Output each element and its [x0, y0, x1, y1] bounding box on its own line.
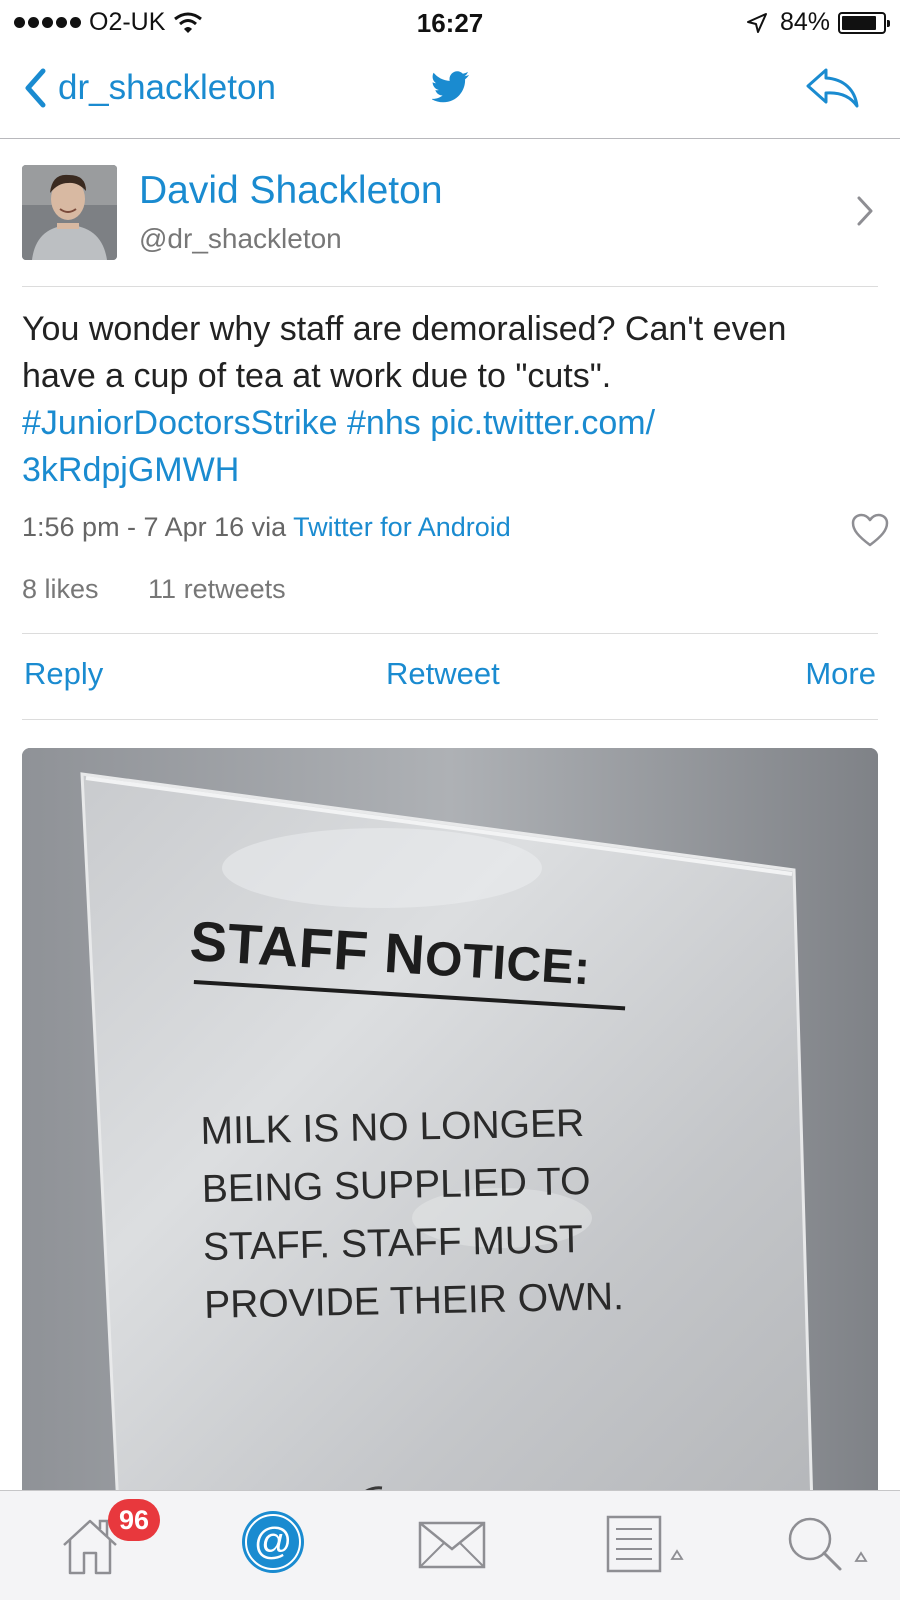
back-label: dr_shackleton — [58, 68, 276, 107]
lists-icon — [606, 1515, 684, 1573]
status-bar: O2-UK 16:27 84% — [0, 0, 900, 42]
retweet-button[interactable]: Retweet — [386, 656, 500, 692]
chevron-left-icon — [25, 68, 46, 108]
messages-icon — [418, 1521, 486, 1569]
tab-bar: 96 @ — [0, 1490, 900, 1600]
notice-title-part: STAFF N — [188, 908, 428, 987]
author-row[interactable]: David Shackleton @dr_shackleton — [22, 165, 878, 287]
notification-badge: 96 — [108, 1499, 160, 1541]
mentions-icon: @ — [242, 1511, 304, 1573]
hashtag-link[interactable]: #nhs — [347, 404, 421, 442]
notice-line: MILK IS NO LONGER — [200, 1101, 585, 1153]
twitter-bird-icon — [432, 71, 469, 103]
timestamp: 1:56 pm - 7 Apr 16 via — [22, 512, 287, 542]
pic-link-part: pic.twitter.com/ — [430, 404, 656, 442]
reply-button[interactable]: Reply — [24, 656, 103, 692]
heart-icon[interactable] — [850, 512, 890, 548]
battery-fill — [842, 15, 876, 30]
notice-title-part: OTICE: — [423, 932, 593, 996]
battery-icon — [838, 11, 890, 34]
hashtag-link[interactable]: #JuniorDoctorsStrike — [22, 404, 338, 442]
author-name[interactable]: David Shackleton — [139, 169, 443, 213]
tweet-text: You wonder why staff are demoralised? Ca… — [22, 306, 862, 494]
tab-lists[interactable] — [606, 1515, 686, 1578]
tab-messages[interactable] — [418, 1521, 486, 1574]
tweet-stats: 8 likes 11 retweets — [22, 574, 878, 634]
author-handle: @dr_shackleton — [139, 223, 342, 254]
avatar[interactable] — [22, 165, 117, 260]
notice-line: STAFF. STAFF MUST — [202, 1218, 584, 1269]
location-arrow-icon — [746, 12, 767, 33]
reply-icon[interactable] — [804, 66, 860, 110]
notice-line: BEING SUPPLIED TO — [201, 1159, 591, 1211]
battery-percent: 84% — [779, 8, 830, 36]
retweets-count[interactable]: 11 retweets — [148, 574, 286, 604]
tweet-meta: 1:56 pm - 7 Apr 16 via Twitter for Andro… — [22, 512, 511, 543]
search-icon — [788, 1517, 868, 1571]
back-button[interactable]: dr_shackleton — [24, 68, 276, 108]
tab-mentions[interactable]: @ — [240, 1509, 306, 1580]
pic-link-part: 3kRdpjGMWH — [22, 451, 240, 489]
avatar-photo — [22, 165, 117, 260]
notice-body: MILK IS NO LONGER BEING SUPPLIED TO STAF… — [200, 1094, 624, 1335]
nav-bar: dr_shackleton — [0, 42, 900, 139]
notice-line: PROVIDE THEIR OWN. — [203, 1275, 625, 1327]
more-button[interactable]: More — [805, 656, 876, 692]
chevron-right-icon — [857, 196, 873, 226]
tweet-photo[interactable]: STAFF NOTICE: MILK IS NO LONGER BEING SU… — [22, 748, 878, 1508]
tweet-actions: Reply Retweet More — [22, 634, 878, 720]
tab-search[interactable] — [786, 1515, 870, 1580]
source-link[interactable]: Twitter for Android — [293, 512, 511, 542]
tweet-body: You wonder why staff are demoralised? Ca… — [22, 310, 787, 395]
svg-text:@: @ — [254, 1521, 293, 1563]
battery-indicator: 84% — [746, 8, 890, 37]
likes-count[interactable]: 8 likes — [22, 574, 99, 604]
